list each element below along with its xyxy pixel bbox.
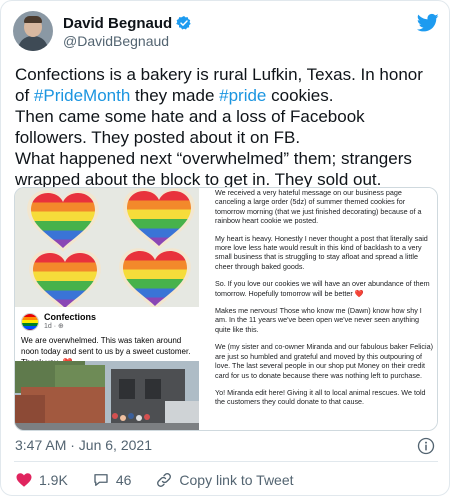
tweet-card: David Begnaud @DavidBegnaud Confections … xyxy=(0,0,450,496)
rainbow-heart-cookies-photo xyxy=(15,188,199,307)
tweet-text: Confections is a bakery is rural Lufkin,… xyxy=(15,64,439,190)
like-count: 1.9K xyxy=(39,472,68,488)
author-handle[interactable]: @DavidBegnaud xyxy=(63,33,169,49)
twitter-bird-icon[interactable] xyxy=(417,13,439,33)
tweet-media-image[interactable]: Confections 1d · ⊕ We are overwhelmed. T… xyxy=(14,187,438,431)
divider xyxy=(14,461,438,462)
tweet-header: David Begnaud @DavidBegnaud xyxy=(13,11,439,55)
facebook-post: Confections 1d · ⊕ We are overwhelmed. T… xyxy=(15,307,199,367)
statement-paragraph: Yo! Miranda edit here! Giving it all to … xyxy=(215,387,426,407)
statement-paragraph: Makes me nervous! Those who know me (Daw… xyxy=(215,306,422,334)
copy-link-button[interactable]: Copy link to Tweet xyxy=(155,471,294,489)
statement-paragraph: We (my sister and co-owner Miranda and o… xyxy=(215,342,433,380)
reply-button[interactable]: 46 xyxy=(92,471,132,489)
reply-count: 46 xyxy=(115,472,132,488)
statement-paragraph: We received a very hateful message on ou… xyxy=(215,188,422,226)
confections-logo-icon xyxy=(21,313,39,331)
hashtag-link-pridemonth[interactable]: #PrideMonth xyxy=(34,86,130,105)
author-name-row[interactable]: David Begnaud xyxy=(63,13,192,33)
hashtag-link-pride[interactable]: #pride xyxy=(219,86,266,105)
tweet-timestamp[interactable]: 3:47 AM · Jun 6, 2021 xyxy=(15,437,152,453)
like-button[interactable]: 1.9K xyxy=(15,471,68,489)
avatar[interactable] xyxy=(13,11,53,51)
heart-icon xyxy=(16,473,32,487)
copy-link-label: Copy link to Tweet xyxy=(179,472,294,488)
reply-bubble-icon xyxy=(94,474,108,486)
link-icon xyxy=(157,473,172,487)
facebook-page-name: Confections xyxy=(44,312,97,322)
info-icon[interactable] xyxy=(417,437,435,455)
statement-paragraph: So. If you love our cookies we will have… xyxy=(215,279,430,298)
tweet-text-segment: they made xyxy=(130,86,220,105)
tweet-actions: 1.9K 46 Copy link to Tweet xyxy=(15,469,318,491)
author-display-name[interactable]: David Begnaud xyxy=(63,15,172,32)
crowd-outside-bakery-photo xyxy=(15,361,199,430)
facebook-post-time: 1d · ⊕ xyxy=(44,323,64,330)
statement-paragraph: My heart is heavy. Honestly I never thou… xyxy=(215,233,428,271)
facebook-statement-text: We received a very hateful message on ou… xyxy=(205,188,437,430)
verified-badge-icon xyxy=(176,16,191,30)
